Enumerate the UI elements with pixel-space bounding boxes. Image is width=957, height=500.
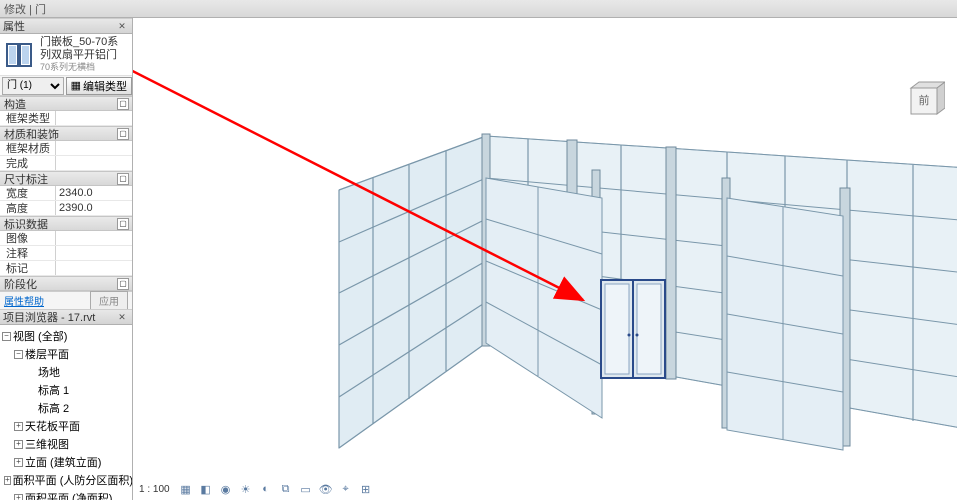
tree-node-area2[interactable]: +面积平面 (净面积)	[2, 489, 132, 500]
collapse-icon[interactable]: ▢	[117, 173, 129, 185]
tree-leaf[interactable]: 标高 2	[2, 399, 132, 417]
browser-title: 项目浏览器 - 17.rvt	[3, 309, 95, 325]
family-name: 门嵌板_50-70系列双扇平开铝门	[40, 36, 128, 62]
edit-type-label: 编辑类型	[83, 78, 127, 94]
tree-node-area1[interactable]: +面积平面 (人防分区面积)	[2, 471, 132, 489]
building-model[interactable]	[133, 18, 957, 500]
properties-help-link[interactable]: 属性帮助	[4, 293, 44, 308]
svg-text:前: 前	[919, 93, 930, 107]
tree-node-ceiling[interactable]: +天花板平面	[2, 417, 132, 435]
properties-title: 属性	[3, 18, 25, 34]
collapse-icon[interactable]: ▢	[117, 98, 129, 110]
tool-crop-icon[interactable]: ▭	[298, 481, 314, 497]
tool-reveal-icon[interactable]: ⌖	[338, 481, 354, 497]
prop-row: 注释	[0, 246, 132, 261]
properties-grid: 构造▢ 框架类型 材质和装饰▢ 框架材质 完成 尺寸标注▢ 宽度2340.0 高…	[0, 96, 132, 291]
prop-category-phasing[interactable]: 阶段化▢	[0, 276, 132, 291]
instance-selector-row: 门 (1) ▦ 编辑类型	[0, 76, 132, 96]
tool-detail-icon[interactable]: ◧	[198, 481, 214, 497]
tool-graphic-icon[interactable]: ▦	[178, 481, 194, 497]
prop-category-constraints[interactable]: 构造▢	[0, 96, 132, 111]
3d-viewport[interactable]: 前 1 : 100 ▦ ◧ ◉ ☀ ◐ ⧉ ▭ 👁 ⌖ ⊞	[133, 18, 957, 500]
tool-constraints-icon[interactable]: ⊞	[358, 481, 374, 497]
tree-node-elevation[interactable]: +立面 (建筑立面)	[2, 453, 132, 471]
family-type-display[interactable]: 门嵌板_50-70系列双扇平开铝门 70系列无横档	[0, 34, 132, 76]
properties-footer: 属性帮助 应用	[0, 291, 132, 309]
instance-dropdown[interactable]: 门 (1)	[2, 77, 64, 95]
door-icon	[4, 39, 36, 71]
tree-node-views[interactable]: −视图 (全部)	[2, 327, 132, 345]
browser-panel-header[interactable]: 项目浏览器 - 17.rvt ✕	[0, 309, 132, 325]
prop-category-identity[interactable]: 标识数据▢	[0, 216, 132, 231]
prop-row: 图像	[0, 231, 132, 246]
prop-row: 标记	[0, 261, 132, 276]
scale-display[interactable]: 1 : 100	[139, 484, 174, 495]
prop-row: 宽度2340.0	[0, 186, 132, 201]
apply-button[interactable]: 应用	[90, 291, 128, 310]
tool-hide-icon[interactable]: 👁	[318, 481, 334, 497]
edit-type-button[interactable]: ▦ 编辑类型	[66, 77, 132, 95]
tree-node-3d[interactable]: +三维视图	[2, 435, 132, 453]
project-browser[interactable]: −视图 (全部) −楼层平面 场地 标高 1 标高 2 +天花板平面 +三维视图…	[0, 325, 132, 500]
properties-panel-header[interactable]: 属性 ✕	[0, 18, 132, 34]
prop-row: 框架类型	[0, 111, 132, 126]
prop-row: 高度2390.0	[0, 201, 132, 216]
prop-row: 框架材质	[0, 141, 132, 156]
tree-leaf[interactable]: 场地	[2, 363, 132, 381]
door-instance	[601, 280, 665, 378]
browser-close-icon[interactable]: ✕	[115, 311, 129, 323]
tool-shadow-icon[interactable]: ◐	[258, 481, 274, 497]
title-bar: 修改 | 门	[0, 0, 957, 18]
tree-node-floorplans[interactable]: −楼层平面	[2, 345, 132, 363]
collapse-icon[interactable]: ▢	[117, 218, 129, 230]
view-control-bar: 1 : 100 ▦ ◧ ◉ ☀ ◐ ⧉ ▭ 👁 ⌖ ⊞	[135, 480, 378, 498]
left-column: 属性 ✕ 门嵌板_50-70系列双扇平开铝门 70系列无横档 门 (1)	[0, 18, 133, 500]
collapse-icon[interactable]: ▢	[117, 278, 129, 290]
family-type: 70系列无横档	[40, 62, 128, 73]
prop-category-dimensions[interactable]: 尺寸标注▢	[0, 171, 132, 186]
tool-render-icon[interactable]: ⧉	[278, 481, 294, 497]
prop-category-materials[interactable]: 材质和装饰▢	[0, 126, 132, 141]
edit-type-icon: ▦	[71, 79, 81, 92]
tree-leaf[interactable]: 标高 1	[2, 381, 132, 399]
prop-row: 完成	[0, 156, 132, 171]
tool-sun-icon[interactable]: ☀	[238, 481, 254, 497]
collapse-icon[interactable]: ▢	[117, 128, 129, 140]
viewcube[interactable]: 前	[897, 78, 945, 126]
title-text: 修改 | 门	[4, 1, 46, 17]
tool-visual-style-icon[interactable]: ◉	[218, 481, 234, 497]
properties-close-icon[interactable]: ✕	[115, 20, 129, 32]
